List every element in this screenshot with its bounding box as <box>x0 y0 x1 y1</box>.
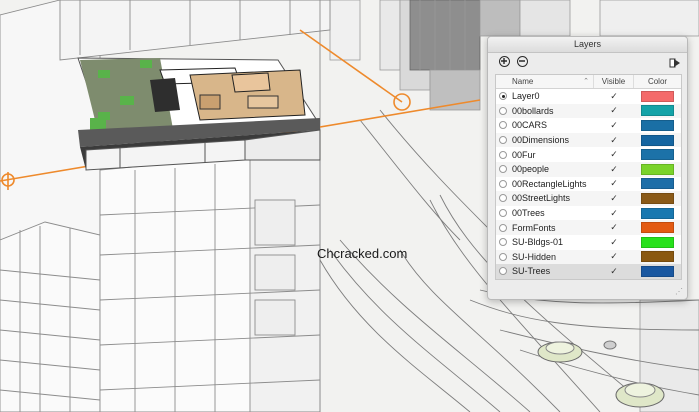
column-header-name-label: Name <box>512 77 534 86</box>
visible-checkbox[interactable]: ✓ <box>594 120 634 131</box>
layer-color-swatch[interactable] <box>641 134 674 146</box>
layer-color-swatch[interactable] <box>641 105 674 117</box>
visible-checkbox[interactable]: ✓ <box>594 193 634 204</box>
layer-name[interactable]: SU-Hidden <box>496 252 594 262</box>
layer-name[interactable]: 00RectangleLights <box>496 179 594 189</box>
layer-color-swatch[interactable] <box>641 178 674 190</box>
layer-row[interactable]: SU-Bldgs-01 ✓ <box>496 235 681 250</box>
layer-color-cell <box>634 236 681 248</box>
layer-color-swatch[interactable] <box>641 119 674 131</box>
active-layer-radio[interactable] <box>499 179 507 188</box>
layer-row[interactable]: 00Fur ✓ <box>496 147 681 162</box>
layer-row[interactable]: 00Trees ✓ <box>496 206 681 221</box>
active-layer-radio[interactable] <box>499 106 507 115</box>
active-layer-radio[interactable] <box>499 252 507 261</box>
column-header-visible[interactable]: Visible <box>594 75 634 88</box>
layer-color-swatch[interactable] <box>641 236 674 248</box>
visible-checkbox[interactable]: ✓ <box>594 105 634 116</box>
layer-color-cell <box>634 149 681 161</box>
details-button[interactable] <box>669 56 681 68</box>
layer-color-swatch[interactable] <box>641 265 674 277</box>
visible-checkbox[interactable]: ✓ <box>594 135 634 146</box>
active-layer-radio[interactable] <box>499 209 507 218</box>
layer-color-cell <box>634 105 681 117</box>
layer-color-cell <box>634 90 681 102</box>
layer-name[interactable]: 00Trees <box>496 208 594 218</box>
layer-row[interactable]: 00StreetLights ✓ <box>496 191 681 206</box>
visible-checkbox[interactable]: ✓ <box>594 149 634 160</box>
resize-grip-icon[interactable]: ⋰ <box>675 287 683 296</box>
layer-row[interactable]: 00CARS ✓ <box>496 118 681 133</box>
layer-row[interactable]: FormFonts ✓ <box>496 220 681 235</box>
watermark-text: Chcracked.com <box>317 246 408 261</box>
visible-checkbox[interactable]: ✓ <box>594 91 634 102</box>
layer-name[interactable]: 00Dimensions <box>496 135 594 145</box>
sort-up-icon: ⌃ <box>583 78 589 85</box>
layer-name[interactable]: 00Fur <box>496 150 594 160</box>
layer-name[interactable]: 00CARS <box>496 120 594 130</box>
layer-color-swatch[interactable] <box>641 207 674 219</box>
layer-row[interactable]: SU-Hidden ✓ <box>496 249 681 265</box>
layer-name[interactable]: 00people <box>496 164 594 174</box>
layer-row[interactable]: Layer0 ✓ <box>496 89 681 104</box>
column-header-name[interactable]: Name ⌃ <box>496 75 594 88</box>
panel-title: Layers <box>488 37 687 53</box>
layer-name[interactable]: FormFonts <box>496 223 594 233</box>
layer-name[interactable]: SU-Trees <box>496 266 594 276</box>
layer-color-cell <box>634 192 681 204</box>
layer-name[interactable]: 00StreetLights <box>496 193 594 203</box>
panel-toolbar <box>488 53 687 73</box>
visible-checkbox[interactable]: ✓ <box>594 222 634 233</box>
layer-color-cell <box>634 119 681 131</box>
layer-color-cell <box>634 134 681 146</box>
layer-name[interactable]: SU-Bldgs-01 <box>496 237 594 247</box>
layer-row[interactable]: 00people ✓ <box>496 161 681 177</box>
visible-checkbox[interactable]: ✓ <box>594 178 634 189</box>
layer-row[interactable]: 00RectangleLights ✓ <box>496 177 681 192</box>
floor-plan-section <box>77 57 321 171</box>
plus-circle-icon <box>501 58 508 65</box>
visible-checkbox[interactable]: ✓ <box>594 251 634 262</box>
layer-color-cell <box>634 251 681 263</box>
layer-color-cell <box>634 163 681 175</box>
visible-checkbox[interactable]: ✓ <box>594 266 634 277</box>
layer-color-swatch[interactable] <box>641 149 674 161</box>
layers-table: Name ⌃ Visible Color Layer0 ✓ 00bollards… <box>495 74 682 280</box>
visible-checkbox[interactable]: ✓ <box>594 237 634 248</box>
active-layer-radio[interactable] <box>499 150 507 159</box>
layers-panel: Layers Name ⌃ Visible Color Layer0 ✓ 00b… <box>487 36 688 300</box>
visible-checkbox[interactable]: ✓ <box>594 208 634 219</box>
layer-color-cell <box>634 265 681 277</box>
layer-row[interactable]: 00bollards ✓ <box>496 103 681 119</box>
delete-layer-button[interactable] <box>517 56 528 67</box>
layer-color-cell <box>634 222 681 234</box>
minus-circle-icon <box>519 60 526 62</box>
add-layer-button[interactable] <box>499 56 510 67</box>
column-header-color[interactable]: Color <box>634 75 681 88</box>
details-arrow-icon <box>669 58 680 68</box>
layer-color-swatch[interactable] <box>641 192 674 204</box>
table-header: Name ⌃ Visible Color <box>496 75 681 89</box>
layer-list: Layer0 ✓ 00bollards ✓ 00CARS ✓ 00Dimensi… <box>496 89 681 279</box>
layer-color-swatch[interactable] <box>641 222 674 234</box>
layer-color-swatch[interactable] <box>641 90 674 102</box>
layer-color-cell <box>634 207 681 219</box>
layer-row[interactable]: 00Dimensions ✓ <box>496 132 681 148</box>
active-layer-radio[interactable] <box>499 223 507 232</box>
layer-name[interactable]: 00bollards <box>496 106 594 116</box>
layer-row[interactable]: SU-Trees ✓ <box>496 264 681 279</box>
layer-color-swatch[interactable] <box>641 251 674 263</box>
visible-checkbox[interactable]: ✓ <box>594 164 634 175</box>
layer-color-swatch[interactable] <box>641 163 674 175</box>
layer-name[interactable]: Layer0 <box>496 91 594 101</box>
layer-color-cell <box>634 178 681 190</box>
